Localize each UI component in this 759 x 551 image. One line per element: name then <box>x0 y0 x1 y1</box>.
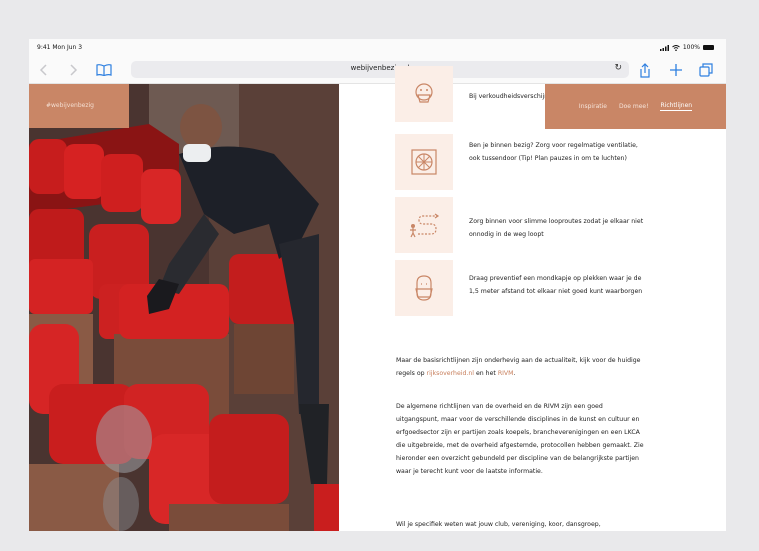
face-mask-icon <box>415 83 433 103</box>
rivm-link[interactable]: RIVM <box>498 370 514 377</box>
battery-icon <box>703 45 714 50</box>
forward-icon[interactable] <box>64 61 82 79</box>
status-bar: 9:41 Mon Jun 3 100% <box>29 39 726 57</box>
paragraph-text: en het <box>474 370 498 377</box>
address-bar[interactable]: webijvenbezig.nl ↻ <box>131 61 629 78</box>
theater-seats-worker-image <box>29 84 339 531</box>
bookmarks-icon[interactable] <box>95 61 113 79</box>
paragraph-guidelines: De algemene richtlijnen van de overheid … <box>396 403 644 475</box>
hero-photo: #webijvenbezig <box>29 84 339 531</box>
tip-tile-1 <box>395 66 453 122</box>
tip-tile-2 <box>395 134 453 190</box>
status-time: 9:41 Mon Jun 3 <box>37 44 83 51</box>
share-icon[interactable] <box>636 61 654 79</box>
mouth-mask-icon <box>415 275 433 301</box>
tip-tile-4 <box>395 260 453 316</box>
ventilation-icon <box>411 149 437 175</box>
nav-item-doe-mee[interactable]: Doe mee! <box>619 103 649 110</box>
top-navigation: Inspiratie Doe mee! Richtlijnen <box>545 84 726 129</box>
new-tab-icon[interactable] <box>667 61 685 79</box>
url-text: webijvenbezig.nl <box>350 64 410 72</box>
hashtag-badge[interactable]: #webijvenbezig <box>29 84 129 128</box>
signal-icon <box>659 44 669 51</box>
walking-route-icon <box>410 213 440 238</box>
paragraph-specific: Wil je specifiek weten wat jouw club, ve… <box>396 521 601 528</box>
tip-tile-3 <box>395 197 453 253</box>
tabs-icon[interactable] <box>697 61 715 79</box>
rijksoverheid-link[interactable]: rijksoverheid.nl <box>427 370 474 377</box>
ipad-screen: 9:41 Mon Jun 3 100% webijvenbezig.nl ↻ #… <box>29 39 726 531</box>
wifi-icon <box>672 44 680 51</box>
status-indicators: 100% <box>659 44 714 51</box>
reload-icon[interactable]: ↻ <box>614 63 622 73</box>
browser-toolbar: webijvenbezig.nl ↻ <box>29 57 726 84</box>
tip-text-3: Zorg binnen voor slimme looproutes zodat… <box>469 218 644 238</box>
nav-item-richtlijnen[interactable]: Richtlijnen <box>660 102 693 111</box>
battery-percent: 100% <box>682 44 700 51</box>
hashtag-text: #webijvenbezig <box>46 102 94 109</box>
tip-text-2: Ben je binnen bezig? Zorg voor regelmati… <box>469 142 638 162</box>
article-column: Bij verkoudheidsverschijnselen Ben je bi… <box>339 66 726 531</box>
tip-text-4: Draag preventief een mondkapje op plekke… <box>469 275 643 295</box>
web-content: #webijvenbezig Bij verkoudheidsverschijn… <box>29 66 726 531</box>
back-icon[interactable] <box>35 61 53 79</box>
paragraph-text: . <box>513 370 516 377</box>
nav-item-inspiratie[interactable]: Inspiratie <box>579 103 607 110</box>
paragraph-current-rules: Maar de basisrichtlijnen zijn onderhevig… <box>396 354 646 380</box>
